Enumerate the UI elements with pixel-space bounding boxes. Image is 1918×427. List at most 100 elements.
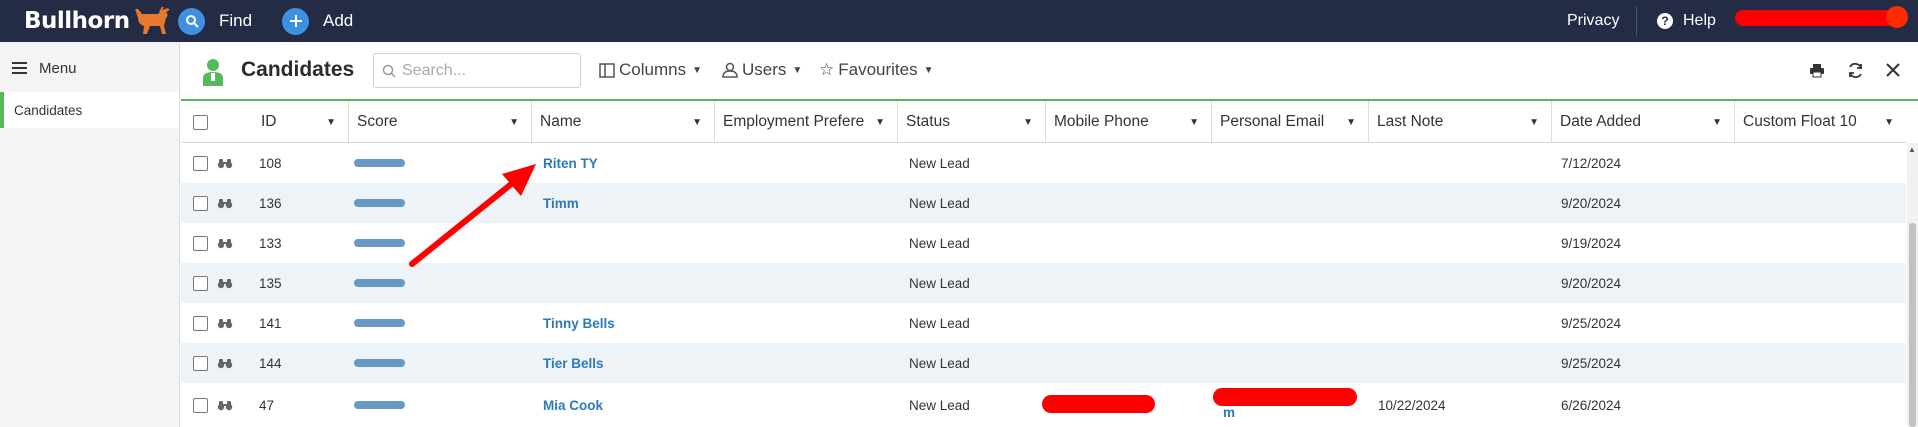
column-header-score[interactable]: Score ▼ [349,101,532,143]
caret-down-icon: ▼ [923,64,934,76]
find-button[interactable]: Find [178,4,252,38]
table-row[interactable]: 144 Tier Bells New Lead 9/25/2024 [181,343,1906,383]
caret-down-icon: ▼ [692,64,702,76]
row-checkbox[interactable] [193,235,208,251]
candidate-name-link[interactable]: Mia Cook [543,383,603,427]
logo-text: Bullhorn [24,8,130,34]
cell-date-added: 9/20/2024 [1561,275,1622,291]
column-header-date-added[interactable]: Date Added ▼ [1552,101,1735,143]
scroll-up-arrow-icon[interactable]: ▲ [1908,145,1916,154]
cell-date-added: 6/26/2024 [1561,397,1622,413]
users-dropdown[interactable]: Users ▼ [722,56,802,84]
left-sidebar: Menu Candidates [0,42,180,427]
row-checkbox[interactable] [193,315,208,331]
cell-status: New Lead [909,195,970,211]
search-field[interactable] [373,53,581,88]
page-title: Candidates [241,58,355,81]
vertical-scrollbar[interactable]: ▲ [1907,143,1918,427]
cell-last-note: 10/22/2024 [1378,397,1446,413]
binoculars-icon[interactable] [217,143,233,183]
column-header-label: Custom Float 10 [1743,113,1857,130]
columns-icon [599,62,615,78]
personal-email-link-fragment[interactable]: m [1223,405,1235,420]
column-header-mobile-phone[interactable]: Mobile Phone ▼ [1046,101,1212,143]
select-all-checkbox[interactable] [193,114,208,130]
search-icon [178,7,205,35]
candidate-name-link[interactable]: Tier Bells [543,343,604,383]
close-icon[interactable] [1883,60,1903,80]
row-checkbox[interactable] [193,397,208,413]
cell-id: 47 [259,397,275,413]
column-header-custom-float-10[interactable]: Custom Float 10 ▼ [1735,101,1906,143]
search-icon [382,64,396,78]
print-icon[interactable] [1807,60,1827,80]
score-bar [354,263,405,303]
candidate-name-link[interactable]: Tinny Bells [543,303,615,343]
columns-dropdown[interactable]: Columns ▼ [599,56,702,84]
column-header-id[interactable]: ID ▼ [253,101,349,143]
binoculars-icon[interactable] [217,223,233,263]
cell-status: New Lead [909,315,970,331]
score-bar [354,383,405,427]
help-icon: ? [1657,13,1673,29]
caret-down-icon: ▼ [1712,116,1722,128]
redacted-personal-email [1213,388,1357,406]
search-input[interactable] [402,61,572,80]
add-button[interactable]: Add [282,4,353,38]
binoculars-icon[interactable] [217,343,233,383]
sidebar-item-candidates[interactable]: Candidates [0,92,179,128]
caret-down-icon: ▼ [1346,116,1356,128]
cell-status: New Lead [909,155,970,171]
columns-label: Columns [619,60,687,79]
help-link[interactable]: ? Help [1657,8,1716,34]
column-header-personal-email[interactable]: Personal Email ▼ [1212,101,1369,143]
menu-label: Menu [39,59,77,77]
divider [1636,6,1637,36]
row-checkbox[interactable] [193,155,208,171]
caret-down-icon: ▼ [1529,116,1539,128]
caret-down-icon: ▼ [875,116,885,128]
cell-id: 135 [259,275,282,291]
scrollbar-thumb[interactable] [1909,223,1916,427]
list-header: Candidates Columns ▼ Users ▼ ☆ Favourite… [181,42,1918,101]
binoculars-icon[interactable] [217,263,233,303]
table-row[interactable]: 141 Tinny Bells New Lead 9/25/2024 [181,303,1906,343]
score-bar [354,303,405,343]
binoculars-icon[interactable] [217,303,233,343]
column-header-label: Employment Prefere [723,113,865,130]
column-header-last-note[interactable]: Last Note ▼ [1369,101,1552,143]
column-header-label: Date Added [1560,113,1642,130]
hamburger-icon [12,62,27,74]
row-checkbox[interactable] [193,355,208,371]
column-header-employment-preference[interactable]: Employment Prefere ▼ [715,101,898,143]
bull-logo-icon [134,6,170,34]
cell-status: New Lead [909,275,970,291]
column-header-status[interactable]: Status ▼ [898,101,1046,143]
bullhorn-logo[interactable]: Bullhorn [24,6,172,36]
cell-id: 108 [259,155,282,171]
privacy-link[interactable]: Privacy [1567,8,1619,34]
column-header-label: Last Note [1377,113,1444,130]
score-bar [354,223,405,263]
menu-toggle[interactable]: Menu [12,56,77,80]
select-all-cell [181,101,253,143]
cell-id: 144 [259,355,282,371]
favourites-dropdown[interactable]: ☆ Favourites ▼ [819,56,934,84]
column-header-name[interactable]: Name ▼ [532,101,715,143]
annotation-arrow [409,164,536,267]
row-checkbox[interactable] [193,275,208,291]
score-bar [354,183,405,223]
binoculars-icon[interactable] [217,383,233,427]
redacted-mobile-phone [1042,395,1155,413]
top-nav-bar: Bullhorn Find Add Privacy ? Help [0,0,1918,42]
cell-date-added: 9/25/2024 [1561,315,1622,331]
refresh-icon[interactable] [1845,60,1865,80]
row-checkbox[interactable] [193,195,208,211]
score-bar [354,343,405,383]
cell-id: 133 [259,235,282,251]
table-header: ID ▼ Score ▼ Name ▼ Employment Prefere ▼ Sta… [181,101,1906,143]
cell-status: New Lead [909,355,970,371]
redacted-user-name[interactable] [1735,6,1910,28]
binoculars-icon[interactable] [217,183,233,223]
score-bar [354,143,405,183]
